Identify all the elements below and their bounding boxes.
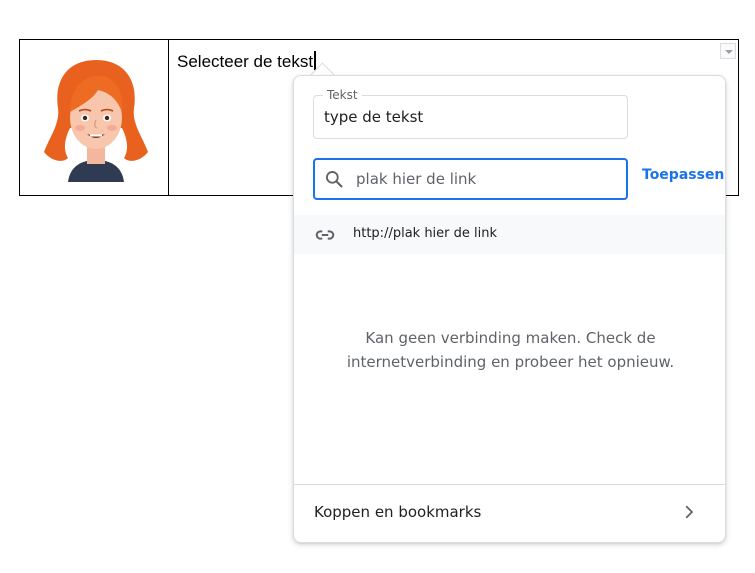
link-text-label: Tekst [323,88,362,102]
link-text-field[interactable]: Tekst type de tekst [313,88,628,139]
selected-text: Selecteer de tekst [177,52,314,71]
text-cursor [314,51,317,70]
insert-link-popup: Tekst type de tekst Toepassen http://pla… [293,75,726,543]
table-cell-divider [168,40,169,195]
connection-error-message: Kan geen verbinding maken. Check de inte… [346,329,675,371]
cell-dropdown-button[interactable] [720,43,736,59]
headings-bookmarks-label: Koppen en bookmarks [314,503,482,521]
table-cell-text[interactable]: Selecteer de tekst [177,51,317,72]
avatar-image [44,60,148,182]
link-text-value[interactable]: type de tekst [324,108,423,126]
link-suggestion-text: http://plak hier de link [353,226,498,241]
link-icon [315,230,335,240]
headings-bookmarks-item[interactable]: Koppen en bookmarks [294,485,725,543]
link-url-input[interactable] [356,168,616,190]
link-suggestion-item[interactable]: http://plak hier de link [294,215,725,254]
link-url-field[interactable] [313,158,628,200]
chevron-right-icon [685,505,693,519]
search-icon [326,171,343,188]
apply-button[interactable]: Toepassen [642,167,724,183]
